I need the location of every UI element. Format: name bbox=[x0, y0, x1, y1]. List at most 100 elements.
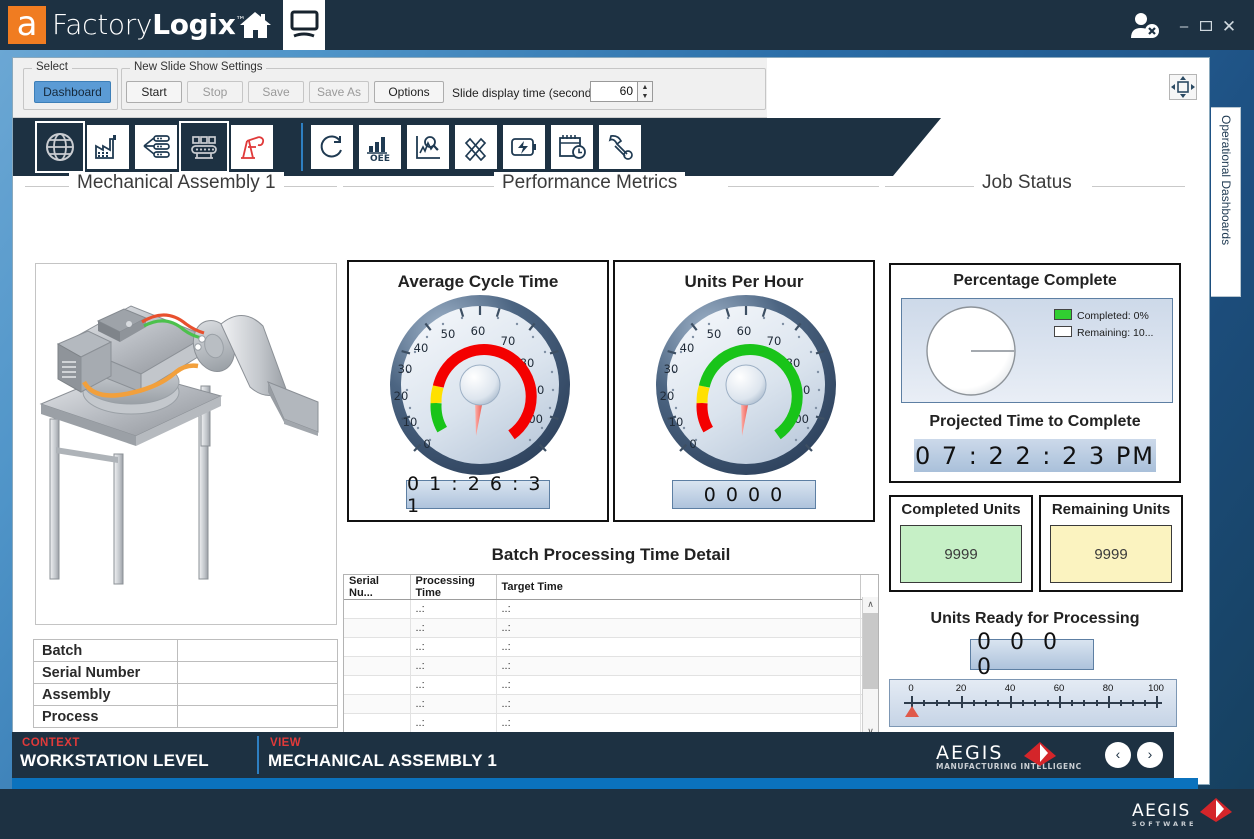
projected-time-readout: 0 7 : 2 2 : 2 3 PM bbox=[914, 439, 1156, 472]
svg-text:60: 60 bbox=[471, 324, 486, 338]
scale-tick-label-100: 100 bbox=[1148, 683, 1164, 694]
table-row[interactable]: ..:..: bbox=[344, 657, 878, 676]
start-button[interactable]: Start bbox=[126, 81, 182, 103]
production-line-icon[interactable] bbox=[135, 125, 177, 169]
dashboard-icon-toolbar: OEE bbox=[13, 118, 1209, 176]
next-slide-button[interactable]: › bbox=[1137, 742, 1163, 768]
table-row[interactable]: ..:..: bbox=[344, 600, 878, 619]
scale-marker-icon bbox=[905, 706, 919, 717]
batch-processing-time-table[interactable]: Serial Nu... Processing Time Target Time… bbox=[343, 574, 879, 740]
cell-processing-time: ..: bbox=[410, 638, 496, 657]
robot-arm-icon[interactable] bbox=[231, 125, 273, 169]
column-header-target-time[interactable]: Target Time bbox=[496, 575, 860, 600]
legend-swatch-completed bbox=[1054, 309, 1072, 320]
dashboard-button[interactable]: Dashboard bbox=[34, 81, 111, 103]
remaining-units-value: 9999 bbox=[1050, 525, 1172, 583]
factory-icon[interactable] bbox=[87, 125, 129, 169]
globe-icon[interactable] bbox=[39, 125, 81, 169]
save-as-button[interactable]: Save As bbox=[309, 81, 369, 103]
slide-time-stepper[interactable]: ▲▼ bbox=[638, 81, 653, 102]
section-title-mechanical-assembly: Mechanical Assembly 1 bbox=[69, 172, 284, 194]
previous-slide-button[interactable]: ‹ bbox=[1105, 742, 1131, 768]
calendar-clock-icon[interactable] bbox=[551, 125, 593, 169]
row-label-serial-number: Serial Number bbox=[34, 662, 178, 684]
save-button[interactable]: Save bbox=[248, 81, 304, 103]
cell-processing-time: ..: bbox=[410, 695, 496, 714]
legend-label-completed: Completed: 0% bbox=[1077, 310, 1149, 322]
svg-text:30: 30 bbox=[398, 362, 413, 376]
scale-minor-tick bbox=[985, 700, 987, 706]
cell-processing-time: ..: bbox=[410, 657, 496, 676]
remaining-units-title: Remaining Units bbox=[1041, 501, 1181, 518]
assembly-info-table: Batch Serial Number Assembly Process bbox=[33, 639, 338, 728]
units-ready-title: Units Ready for Processing bbox=[885, 610, 1185, 628]
context-divider bbox=[257, 736, 259, 774]
brand-logix: Logix bbox=[152, 8, 235, 41]
close-button[interactable]: ✕ bbox=[1221, 20, 1237, 36]
cell-serial bbox=[344, 619, 410, 638]
scale-minor-tick bbox=[1120, 700, 1122, 706]
svg-text:10: 10 bbox=[403, 415, 418, 429]
row-value-serial-number bbox=[178, 662, 338, 684]
units-ready-readout: 0 0 0 0 bbox=[970, 639, 1094, 670]
aegis-software-logo: AEGIS SOFTWARE bbox=[1112, 797, 1240, 836]
operational-dashboards-dock-tab[interactable]: Operational Dashboards bbox=[1211, 107, 1241, 297]
column-header-serial-number[interactable]: Serial Nu... bbox=[344, 575, 410, 600]
slide-display-time-input[interactable]: 60 bbox=[590, 81, 638, 102]
tools-crossed-icon[interactable] bbox=[455, 125, 497, 169]
row-label-batch: Batch bbox=[34, 640, 178, 662]
cycle-refresh-icon[interactable] bbox=[311, 125, 353, 169]
batch-table-title: Batch Processing Time Detail bbox=[343, 545, 879, 565]
aegis-logo: AEGIS MANUFACTURING INTELLIGENCE bbox=[932, 740, 1082, 774]
svg-text:10: 10 bbox=[669, 415, 684, 429]
conveyor-icon[interactable] bbox=[183, 125, 225, 169]
svg-text:60: 60 bbox=[737, 324, 752, 338]
select-group: Select Dashboard bbox=[23, 68, 118, 110]
title-bar: a FactoryLogix™ – ✕ bbox=[0, 0, 1254, 50]
legend-completed: Completed: 0% bbox=[1054, 309, 1149, 322]
monitor-tab[interactable] bbox=[283, 0, 325, 50]
table-row: Process bbox=[34, 706, 338, 728]
scroll-up-arrow-icon[interactable]: ∧ bbox=[863, 597, 878, 612]
scale-minor-tick bbox=[1144, 700, 1146, 706]
move-dock-icon[interactable] bbox=[1169, 74, 1197, 100]
battery-energy-icon[interactable] bbox=[503, 125, 545, 169]
user-logout-icon[interactable] bbox=[1128, 12, 1162, 39]
options-button[interactable]: Options bbox=[374, 81, 444, 103]
hammer-screw-icon[interactable] bbox=[599, 125, 641, 169]
cell-target-time: ..: bbox=[496, 600, 860, 619]
scrollbar-thumb[interactable] bbox=[863, 613, 878, 689]
svg-text:40: 40 bbox=[680, 341, 695, 355]
batch-table-scrollbar[interactable]: ∧ ∨ bbox=[862, 597, 878, 739]
column-header-processing-time[interactable]: Processing Time bbox=[410, 575, 496, 600]
scale-tick-label-0: 0 bbox=[908, 683, 913, 694]
cell-target-time: ..: bbox=[496, 657, 860, 676]
legend-swatch-remaining bbox=[1054, 326, 1072, 337]
svg-text:40: 40 bbox=[414, 341, 429, 355]
scale-minor-tick bbox=[1071, 700, 1073, 706]
units-per-hour-readout: 0 0 0 0 bbox=[672, 480, 816, 509]
minimize-button[interactable]: – bbox=[1176, 20, 1192, 36]
legend-remaining: Remaining: 10... bbox=[1054, 326, 1153, 339]
home-icon[interactable] bbox=[238, 9, 272, 41]
row-value-assembly bbox=[178, 684, 338, 706]
table-row[interactable]: ..:..: bbox=[344, 676, 878, 695]
completed-units-card: Completed Units 9999 bbox=[889, 495, 1033, 592]
factorylogix-application-window: a FactoryLogix™ – ✕ Operational Dashboar… bbox=[0, 0, 1254, 839]
toolbar-fold-decoration bbox=[893, 118, 941, 176]
stop-button[interactable]: Stop bbox=[187, 81, 243, 103]
scale-minor-tick bbox=[948, 700, 950, 706]
svg-text:20: 20 bbox=[660, 389, 675, 403]
factorylogix-logo-mark: a bbox=[8, 6, 46, 44]
oee-bar-chart-icon[interactable]: OEE bbox=[359, 125, 401, 169]
table-row[interactable]: ..:..: bbox=[344, 638, 878, 657]
maximize-button[interactable] bbox=[1198, 20, 1214, 36]
table-row[interactable]: ..:..: bbox=[344, 714, 878, 733]
units-per-hour-gauge: 01020 304050 607080 90100 bbox=[636, 290, 856, 485]
table-row[interactable]: ..:..: bbox=[344, 695, 878, 714]
spc-analysis-icon[interactable] bbox=[407, 125, 449, 169]
table-row[interactable]: ..:..: bbox=[344, 619, 878, 638]
operational-dashboards-label: Operational Dashboards bbox=[1219, 115, 1233, 245]
content-area: Select Dashboard New Slide Show Settings… bbox=[12, 57, 1210, 785]
select-group-title: Select bbox=[32, 61, 72, 73]
